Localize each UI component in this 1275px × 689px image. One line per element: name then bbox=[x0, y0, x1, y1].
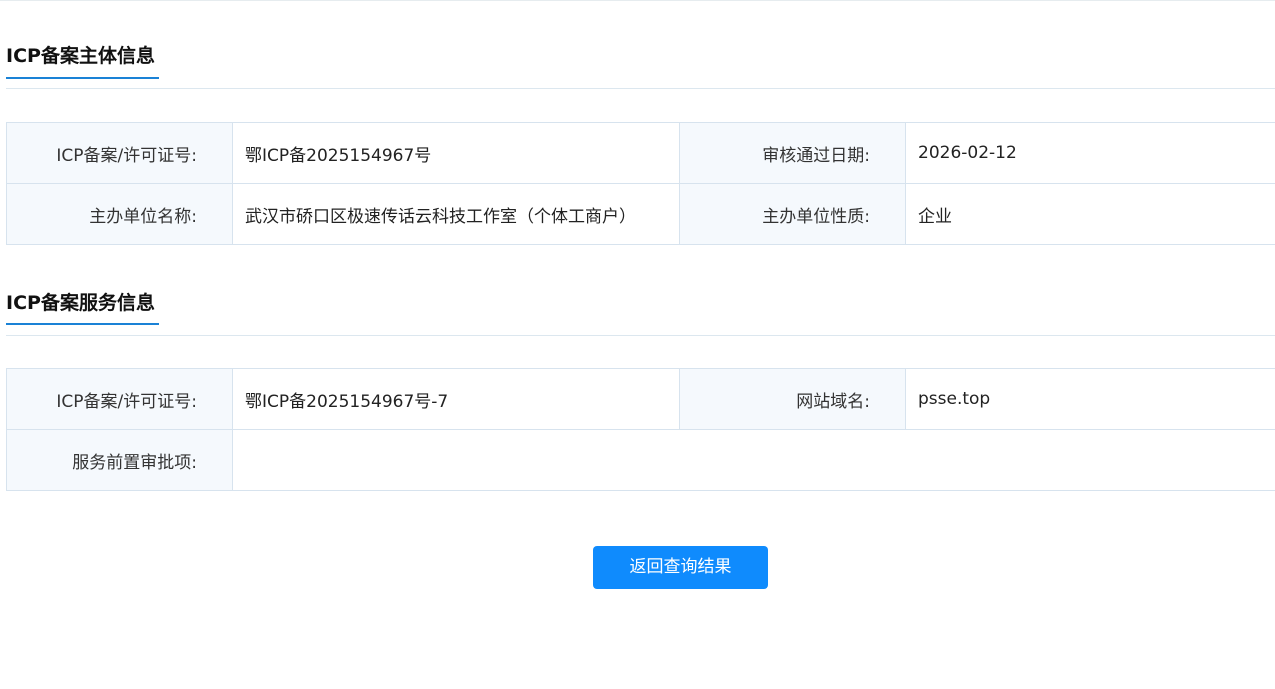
website-domain-value: psse.top bbox=[905, 368, 1275, 430]
approval-date-value: 2026-02-12 bbox=[905, 122, 1275, 184]
approval-date-label: 审核通过日期: bbox=[679, 122, 906, 184]
service-info-table: ICP备案/许可证号: 鄂ICP备2025154967号-7 网站域名: pss… bbox=[6, 368, 1275, 491]
license-number-label: ICP备案/许可证号: bbox=[6, 122, 233, 184]
service-license-number-label: ICP备案/许可证号: bbox=[6, 368, 233, 430]
subject-section-divider bbox=[6, 88, 1275, 89]
website-domain-label: 网站域名: bbox=[679, 368, 906, 430]
service-section-title: ICP备案服务信息 bbox=[6, 292, 155, 314]
organizer-type-label: 主办单位性质: bbox=[679, 183, 906, 245]
subject-title-underline bbox=[6, 77, 159, 79]
service-section-divider bbox=[6, 335, 1275, 336]
table-row: 主办单位名称: 武汉市硚口区极速传话云科技工作室（个体工商户） 主办单位性质: … bbox=[6, 183, 1275, 245]
service-license-number-value: 鄂ICP备2025154967号-7 bbox=[232, 368, 680, 430]
pre-approval-items-label: 服务前置审批项: bbox=[6, 429, 233, 491]
service-title-underline bbox=[6, 323, 159, 325]
subject-section-title: ICP备案主体信息 bbox=[6, 45, 155, 67]
back-to-results-button[interactable]: 返回查询结果 bbox=[593, 546, 768, 589]
table-row: ICP备案/许可证号: 鄂ICP备2025154967号-7 网站域名: pss… bbox=[6, 368, 1275, 430]
organizer-name-value: 武汉市硚口区极速传话云科技工作室（个体工商户） bbox=[232, 183, 680, 245]
pre-approval-items-value bbox=[232, 429, 1275, 491]
license-number-value: 鄂ICP备2025154967号 bbox=[232, 122, 680, 184]
organizer-name-label: 主办单位名称: bbox=[6, 183, 233, 245]
organizer-type-value: 企业 bbox=[905, 183, 1275, 245]
top-divider bbox=[0, 0, 1275, 1]
subject-info-table: ICP备案/许可证号: 鄂ICP备2025154967号 审核通过日期: 202… bbox=[6, 122, 1275, 245]
table-row: 服务前置审批项: bbox=[6, 429, 1275, 491]
table-row: ICP备案/许可证号: 鄂ICP备2025154967号 审核通过日期: 202… bbox=[6, 122, 1275, 184]
